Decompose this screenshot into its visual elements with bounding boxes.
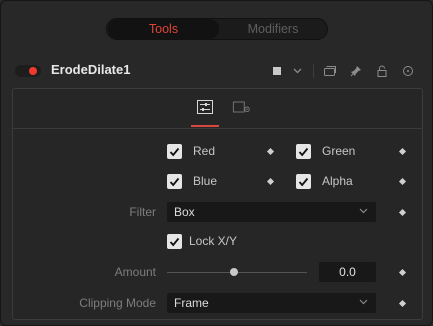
lock-xy-checkbox[interactable] <box>167 234 182 249</box>
clipping-mode-dropdown[interactable]: Frame <box>167 293 376 313</box>
lock-xy-label: Lock X/Y <box>189 234 238 248</box>
green-label: Green <box>322 144 356 158</box>
toggle-on-indicator <box>29 67 37 75</box>
tool-enable-toggle[interactable] <box>15 65 41 77</box>
tool-name: ErodeDilate1 <box>51 62 131 77</box>
active-tab-indicator <box>191 125 219 127</box>
amount-slider-handle[interactable] <box>230 268 238 276</box>
alpha-checkbox[interactable] <box>296 174 311 189</box>
filter-value: Box <box>174 205 195 219</box>
filter-dropdown[interactable]: Box <box>167 202 376 222</box>
panel-tab-bar <box>13 89 422 129</box>
filter-keyframe-icon[interactable] <box>398 208 407 217</box>
chevron-down-icon <box>359 293 368 313</box>
controls-panel: Red Green Blue Alpha Filter Box Lock X/Y… <box>12 88 423 320</box>
inspector-tab-switcher: Tools Modifiers <box>106 18 328 40</box>
inspector-window: Tools Modifiers ErodeDilate1 Red Green B… <box>0 0 433 326</box>
chevron-down-icon[interactable] <box>287 61 307 81</box>
amount-label: Amount <box>114 265 156 279</box>
blue-checkbox[interactable] <box>167 174 182 189</box>
alpha-keyframe-icon[interactable] <box>398 177 407 186</box>
alpha-label: Alpha <box>322 174 353 188</box>
tab-modifiers[interactable]: Modifiers <box>219 19 327 39</box>
red-label: Red <box>193 144 216 158</box>
reset-icon[interactable] <box>398 61 418 81</box>
tab-controls[interactable] <box>195 98 215 116</box>
tool-header-icons <box>267 61 418 81</box>
red-keyframe-icon[interactable] <box>266 147 275 156</box>
clipping-mode-label: Clipping Mode <box>79 296 156 310</box>
filter-label: Filter <box>129 205 156 219</box>
chevron-down-icon <box>359 202 368 222</box>
blue-keyframe-icon[interactable] <box>266 177 275 186</box>
amount-keyframe-icon[interactable] <box>398 268 407 277</box>
tab-settings[interactable] <box>232 98 252 116</box>
clipping-mode-keyframe-icon[interactable] <box>398 299 407 308</box>
color-swatch-icon[interactable] <box>267 61 287 81</box>
green-keyframe-icon[interactable] <box>398 147 407 156</box>
green-checkbox[interactable] <box>296 144 311 159</box>
clipping-mode-value: Frame <box>174 296 209 310</box>
blue-label: Blue <box>193 174 218 188</box>
header-divider <box>313 64 314 78</box>
pin-icon[interactable] <box>346 61 366 81</box>
window-icon[interactable] <box>320 61 340 81</box>
sliders-icon <box>197 100 213 114</box>
lock-icon[interactable] <box>372 61 392 81</box>
settings-icon <box>232 101 250 113</box>
tool-header: ErodeDilate1 <box>9 59 426 83</box>
amount-value-field[interactable]: 0.0 <box>319 262 376 282</box>
red-checkbox[interactable] <box>167 144 182 159</box>
tab-tools[interactable]: Tools <box>108 19 219 39</box>
